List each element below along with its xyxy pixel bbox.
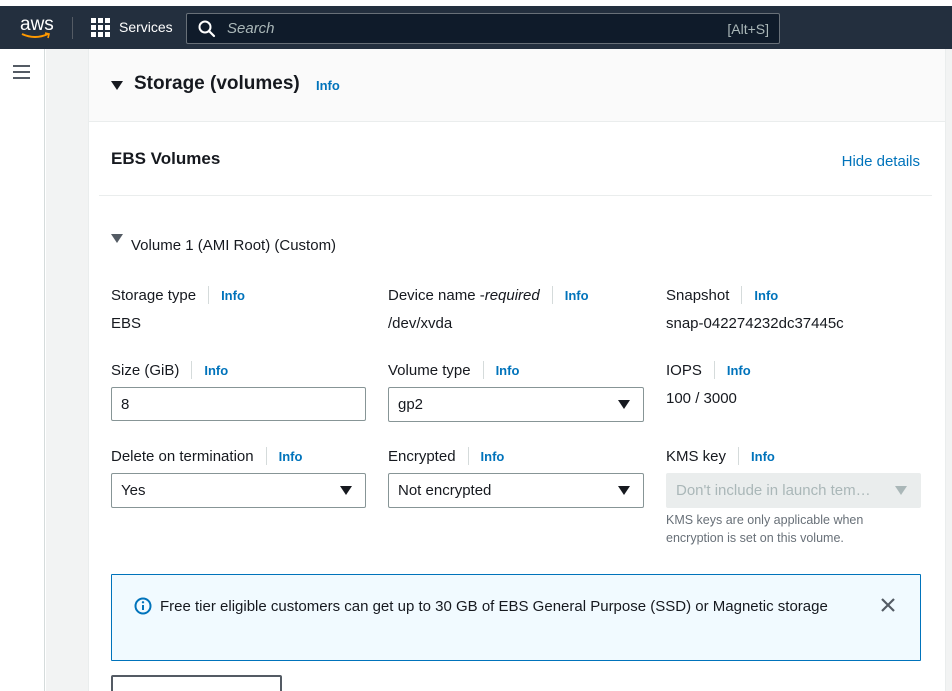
size-label: Size (GiB) Info [111, 361, 228, 379]
device-name-value: /dev/xvda [388, 315, 453, 332]
snapshot-value: snap-042274232dc37445c [666, 315, 844, 332]
ebs-volumes-heading: EBS Volumes [111, 149, 221, 168]
kms-key-help-text: KMS keys are only applicable when encryp… [666, 513, 864, 545]
info-circle-icon [134, 597, 152, 615]
storage-panel: Storage (volumes) Info EBS Volumes Hide … [88, 49, 946, 691]
search-shortcut-hint: [Alt+S] [727, 20, 769, 37]
iops-label-text: IOPS [666, 361, 702, 379]
aws-smile-icon [21, 32, 50, 39]
storage-type-value: EBS [111, 315, 142, 332]
aws-logo[interactable]: aws [19, 14, 57, 40]
volume-type-label: Volume type Info [388, 361, 519, 379]
storage-type-info-link[interactable]: Info [221, 288, 245, 303]
chevron-down-icon [618, 400, 630, 409]
delete-on-termination-label-text: Delete on termination [111, 447, 254, 465]
services-label: Services [119, 19, 173, 35]
kms-key-label-text: KMS key [666, 447, 727, 465]
storage-type-label: Storage type Info [111, 286, 245, 304]
kms-key-select-value: Don't include in launch tem… [676, 482, 871, 499]
snapshot-info-link[interactable]: Info [754, 288, 778, 303]
top-navigation-bar: aws Services [Alt+S] [0, 6, 952, 49]
size-input[interactable]: 8 [111, 387, 366, 421]
section-title: Storage (volumes) [134, 73, 300, 94]
kms-key-info-link[interactable]: Info [751, 449, 775, 464]
close-icon[interactable] [880, 597, 896, 613]
device-name-label-text: Device name - [388, 286, 485, 304]
device-name-label: Device name - required Info [388, 286, 589, 304]
panel-header[interactable]: Storage (volumes) Info [89, 49, 945, 122]
search-icon [198, 20, 216, 37]
collapse-caret-icon[interactable] [111, 81, 123, 90]
device-name-info-link[interactable]: Info [565, 288, 589, 303]
volume-type-info-link[interactable]: Info [496, 363, 520, 378]
iops-label: IOPS Info [666, 361, 751, 379]
delete-on-termination-select[interactable]: Yes [111, 473, 366, 508]
kms-key-label: KMS key Info [666, 447, 775, 465]
grid-icon [91, 17, 110, 37]
iops-info-link[interactable]: Info [727, 363, 751, 378]
size-input-value: 8 [121, 395, 130, 413]
encrypted-select[interactable]: Not encrypted [388, 473, 644, 508]
side-navigation [0, 49, 45, 691]
encrypted-info-link[interactable]: Info [481, 449, 505, 464]
encrypted-select-value: Not encrypted [398, 482, 492, 499]
size-info-link[interactable]: Info [204, 363, 228, 378]
divider [99, 195, 932, 196]
kms-key-select: Don't include in launch tem… [666, 473, 921, 508]
device-name-required: required [484, 286, 540, 304]
free-tier-alert: Free tier eligible customers can get up … [111, 574, 921, 661]
volume-type-label-text: Volume type [388, 361, 471, 379]
section-info-link[interactable]: Info [316, 78, 340, 93]
snapshot-label: Snapshot Info [666, 286, 778, 304]
delete-on-termination-label: Delete on termination Info [111, 447, 302, 465]
volume-type-select[interactable]: gp2 [388, 387, 644, 422]
hide-details-link[interactable]: Hide details [842, 153, 920, 170]
add-new-volume-button[interactable] [111, 675, 282, 691]
chevron-down-icon [618, 486, 630, 495]
snapshot-label-text: Snapshot [666, 286, 730, 304]
delete-on-termination-select-value: Yes [121, 482, 146, 499]
size-label-text: Size (GiB) [111, 361, 180, 379]
menu-icon[interactable] [13, 65, 30, 83]
services-menu-button[interactable]: Services [91, 16, 173, 38]
search-bar[interactable]: [Alt+S] [186, 13, 780, 44]
iops-value: 100 / 3000 [666, 390, 737, 407]
alert-text: Free tier eligible customers can get up … [160, 598, 828, 615]
storage-type-label-text: Storage type [111, 286, 197, 304]
volume-title[interactable]: Volume 1 (AMI Root) (Custom) [131, 237, 336, 254]
delete-on-termination-info-link[interactable]: Info [279, 449, 303, 464]
volume-expand-caret-icon[interactable] [111, 234, 123, 243]
chevron-down-icon [340, 486, 352, 495]
topbar-divider [72, 17, 73, 39]
chevron-down-icon [895, 486, 907, 495]
volume-type-select-value: gp2 [398, 396, 424, 413]
search-input[interactable] [227, 20, 728, 37]
encrypted-label-text: Encrypted [388, 447, 456, 465]
encrypted-label: Encrypted Info [388, 447, 504, 465]
